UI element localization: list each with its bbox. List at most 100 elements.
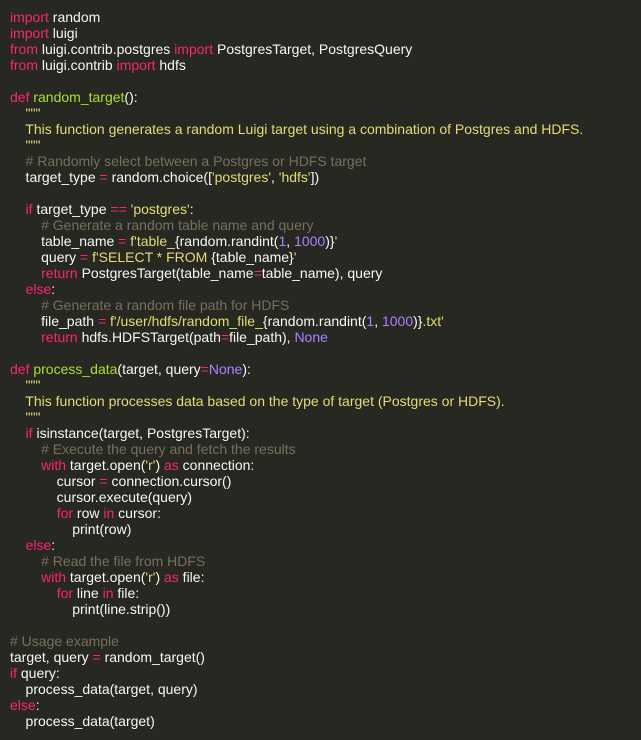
string-token: ' [293,249,297,265]
string-token: 'r' [145,569,156,585]
keyword-token: for [56,505,74,521]
keyword-token: def [10,361,30,377]
code-line: for row in cursor: [10,505,641,521]
string-token: 'hdfs' [278,169,311,185]
code-token: ) [155,457,164,473]
code-line: # Randomly select between a Postgres or … [10,153,641,169]
code-token: PostgresTarget, PostgresQuery [213,41,413,57]
code-token: hdfs [155,57,186,73]
keyword-token: as [164,457,179,473]
code-line: target, query = random_target() [10,649,641,665]
code-line: return PostgresTarget(table_name=table_n… [10,265,641,281]
keyword-token: = [220,329,230,345]
keyword-token: if [10,665,17,681]
code-token: target_type [32,201,111,217]
code-line: for line in file: [10,585,641,601]
code-line: This function processes data based on th… [10,393,641,409]
code-token: file_path [10,313,98,329]
code-token: file: [113,585,140,601]
code-token: {random.randint( [262,313,367,329]
string-token: f'/user/hdfs/random_file_ [110,313,263,329]
string-token: This function generates a random Luigi t… [10,121,584,137]
code-token: row [73,505,104,521]
code-editor[interactable]: import random import luigi from luigi.cont… [0,0,641,740]
code-token: (target, query [117,361,201,377]
code-token: {table_name} [211,249,294,265]
keyword-token: as [164,569,179,585]
code-line: ​ [10,185,641,201]
string-token: f'SELECT * FROM [92,249,212,265]
code-token: cursor [10,473,100,489]
keyword-token: from [10,57,38,73]
code-line: # Read the file from HDFS [10,553,641,569]
keyword-token: import [10,25,49,41]
number-token: 1000 [381,313,414,329]
code-line: process_data(target, query) [10,681,641,697]
code-line: query = f'SELECT * FROM {table_name}' [10,249,641,265]
code-line: import luigi [10,25,641,41]
code-line: """ [10,409,641,425]
code-token: , [286,233,295,249]
comment-token: # Randomly select between a Postgres or … [10,153,367,169]
string-token: This function processes data based on th… [10,393,505,409]
code-line: print(row) [10,521,641,537]
code-token: line [73,585,103,601]
keyword-token: from [10,41,38,57]
code-token: file_path), [229,329,295,345]
code-line: # Usage example [10,633,641,649]
code-token: luigi.contrib.postgres [38,41,175,57]
code-line: return hdfs.HDFSTarget(path=file_path), … [10,329,641,345]
code-token: process_data(target, query) [10,681,198,697]
code-token: connection: [178,457,255,473]
keyword-token: with [41,457,67,473]
code-token: file: [178,569,205,585]
number-token: 1000 [294,233,326,249]
code-line: ​ [10,345,641,361]
number-token: None [208,361,243,377]
keyword-token: if [25,425,33,441]
code-lines-container: import random import luigi from luigi.cont… [10,9,641,729]
keyword-token: = [80,249,89,265]
keyword-token: import [174,41,214,57]
string-token: """ [10,137,41,153]
code-token: query: [17,665,60,681]
comment-token: # Execute the query and fetch the result… [10,441,296,457]
code-token: hdfs.HDFSTarget(path [77,329,221,345]
code-line: if query: [10,665,641,681]
code-line: ​ [10,617,641,633]
code-line: cursor = connection.cursor() [10,473,641,489]
code-token: {random.randint( [174,233,279,249]
keyword-token: = [97,313,107,329]
code-line: """ [10,137,641,153]
code-line: print(line.strip()) [10,601,641,617]
number-token: None [294,329,328,345]
code-line: # Generate a random file path for HDFS [10,297,641,313]
code-line: def process_data(target, query=None): [10,361,641,377]
keyword-token: if [25,201,33,217]
code-token: process_data(target) [10,713,155,729]
code-token: target.open( [66,569,146,585]
code-token: cursor.execute(query) [10,489,193,505]
keyword-token: = [253,265,262,281]
code-token: : [51,281,56,297]
keyword-token: = [99,473,108,489]
code-token: query [10,249,81,265]
code-line: import random [10,9,641,25]
code-line: table_name = f'table_{random.randint(1, … [10,233,641,249]
code-token: luigi [48,25,78,41]
code-line: else: [10,537,641,553]
string-token: 'postgres' [211,169,272,185]
code-token: PostgresTarget(table_name [77,265,254,281]
code-line: with target.open('r') as connection: [10,457,641,473]
string-token: """ [10,377,41,393]
